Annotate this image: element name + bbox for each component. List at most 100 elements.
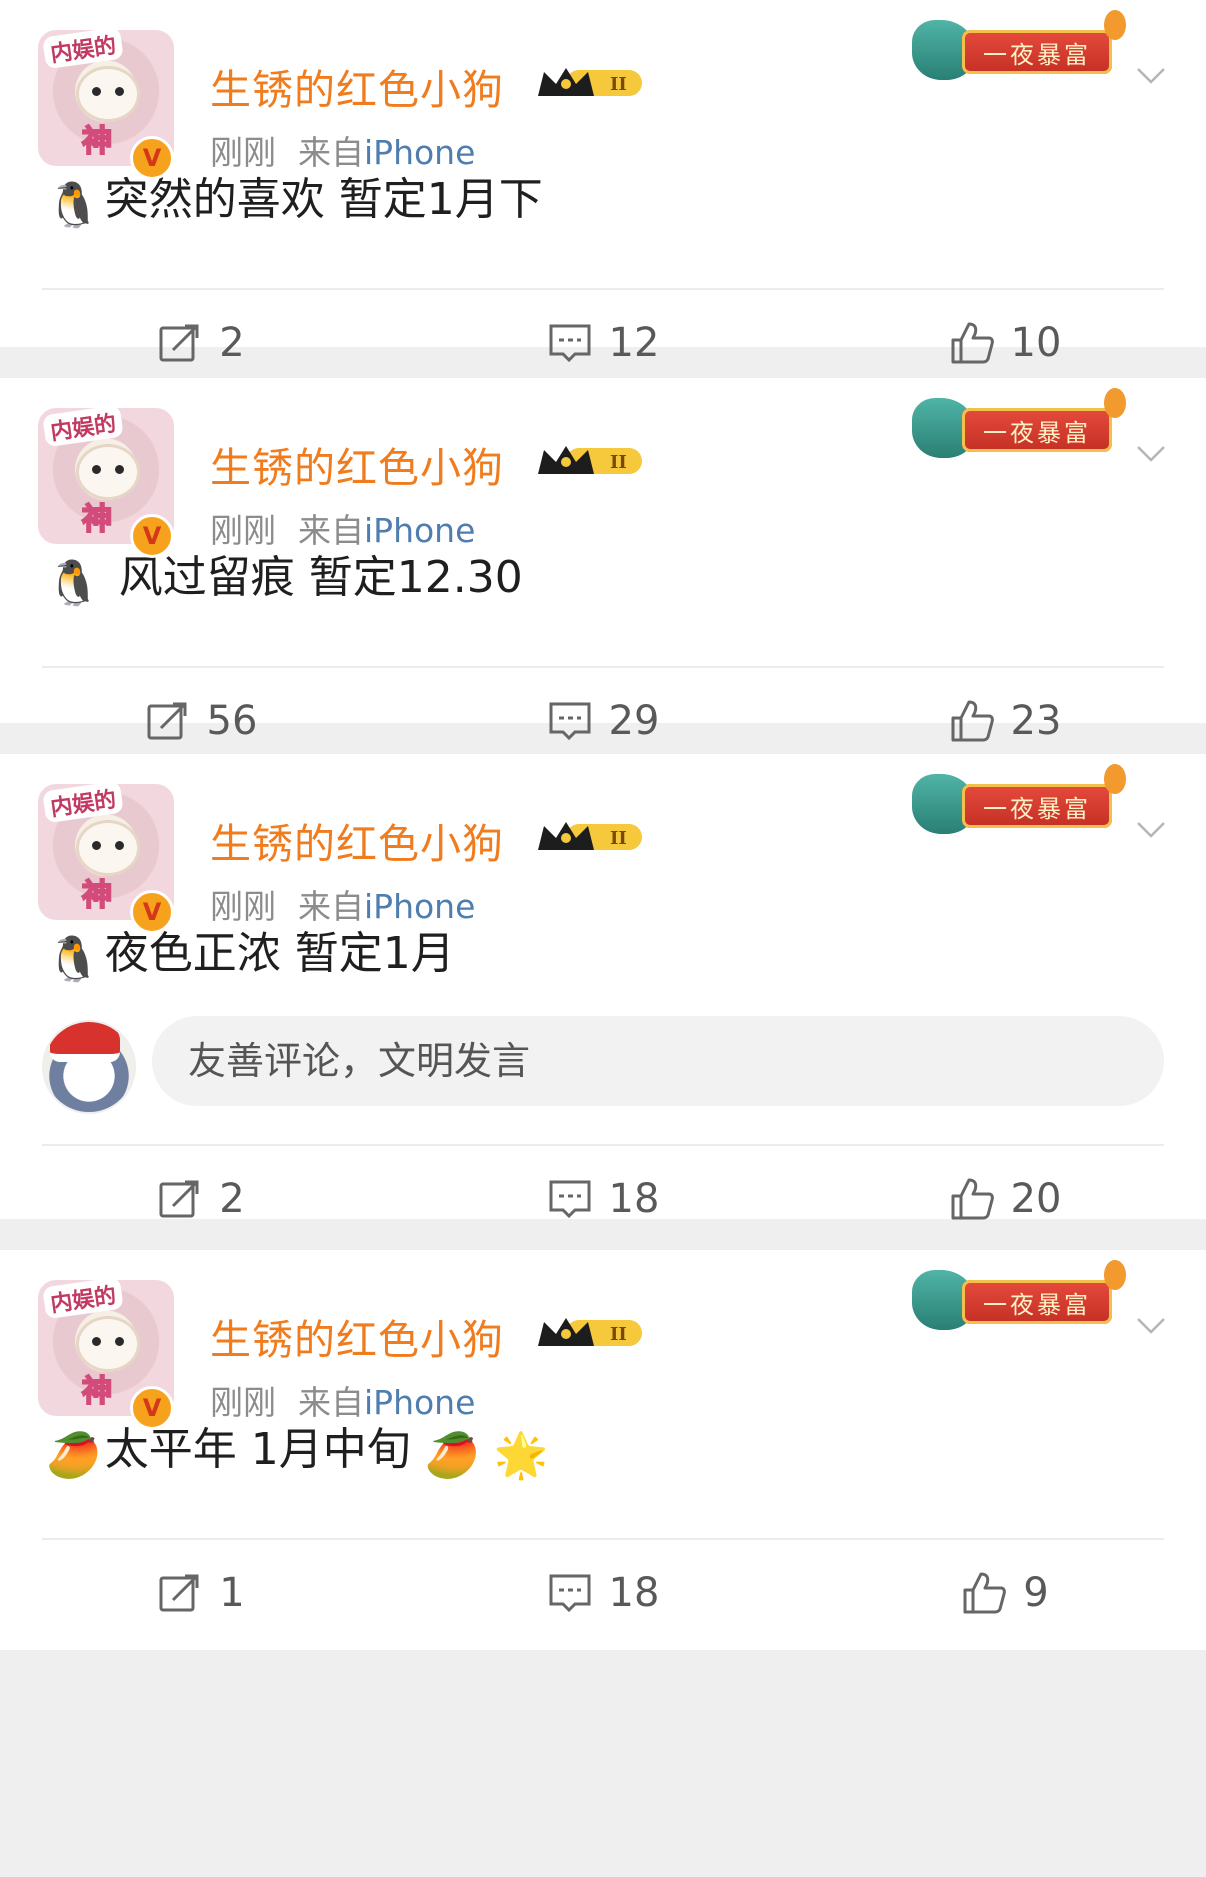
lantern-icon [1104,10,1126,40]
post-source[interactable]: iPhone [364,887,475,926]
like-icon [951,1178,994,1220]
like-icon [951,700,994,742]
avatar-tag-2: 神 [81,501,113,538]
author-name[interactable]: 生锈的红色小狗 [210,1306,504,1366]
author-name[interactable]: 生锈的红色小狗 [210,56,504,116]
like-button[interactable]: 23 [804,698,1206,744]
post-meta: 刚刚 来自iPhone [210,504,475,552]
comment-button[interactable]: 18 [402,1570,804,1616]
comment-icon [549,1180,591,1219]
avatar-pet-image [76,444,140,500]
post-source[interactable]: iPhone [364,133,475,172]
comment-button[interactable]: 12 [402,320,804,366]
avatar-tag-2: 神 [81,1373,113,1410]
chevron-down-icon[interactable] [1136,814,1166,844]
post-header: 内娱的 神 V 生锈的红色小狗 II 刚刚 来自iPhone 一夜暴富 [0,0,1206,190]
comment-icon [549,1574,591,1613]
post-meta: 刚刚 来自iPhone [210,880,475,928]
post-meta: 刚刚 来自iPhone [210,126,475,174]
crown-rank: II [610,452,627,473]
avatar-tag: 内娱的 [42,784,124,824]
verified-badge-icon: V [130,1386,174,1430]
post-time: 刚刚 [210,1383,276,1422]
comment-input[interactable]: 友善评论，文明发言 [152,1016,1164,1106]
avatar-tag-2: 神 [81,123,113,160]
repost-icon [159,1180,199,1218]
my-avatar[interactable] [42,1020,136,1114]
post-source[interactable]: iPhone [364,1383,475,1422]
avatar-pet-image [76,820,140,876]
comment-button[interactable]: 29 [402,698,804,744]
post-actions: 2 18 20 [0,1146,1206,1252]
repost-count: 1 [219,1570,245,1616]
festive-badge[interactable]: 一夜暴富 [906,388,1126,462]
author-name[interactable]: 生锈的红色小狗 [210,810,504,870]
post-card[interactable]: 内娱的 神 V 生锈的红色小狗 II 刚刚 来自iPhone 一夜暴富 [0,378,1206,744]
member-crown-icon[interactable]: II [536,818,648,856]
source-prefix: 来自 [298,511,364,550]
post-time: 刚刚 [210,511,276,550]
member-crown-icon[interactable]: II [536,1314,648,1352]
repost-button[interactable]: 2 [0,320,402,366]
post-card[interactable]: 内娱的 神 V 生锈的红色小狗 II 刚刚 来自iPhone 一夜暴富 [0,1250,1206,1650]
repost-icon [147,702,187,740]
like-count: 9 [1023,1570,1049,1616]
repost-icon [159,324,199,362]
avatar-tag: 内娱的 [42,1280,124,1320]
source-prefix: 来自 [298,887,364,926]
comment-button[interactable]: 18 [402,1176,804,1222]
lantern-icon [1104,1260,1126,1290]
chevron-down-icon[interactable] [1136,1310,1166,1340]
post-time: 刚刚 [210,887,276,926]
chevron-down-icon[interactable] [1136,60,1166,90]
avatar-pet-image [76,1316,140,1372]
comment-icon [549,324,591,363]
comment-count: 12 [608,320,660,366]
crown-rank: II [610,74,627,95]
festive-badge[interactable]: 一夜暴富 [906,764,1126,838]
like-button[interactable]: 10 [804,320,1206,366]
author-name[interactable]: 生锈的红色小狗 [210,434,504,494]
festive-badge-text: 一夜暴富 [962,784,1112,828]
like-button[interactable]: 20 [804,1176,1206,1222]
post-card[interactable]: 内娱的 神 V 生锈的红色小狗 II 刚刚 来自iPhone 一夜暴富 [0,0,1206,366]
repost-button[interactable]: 1 [0,1570,402,1616]
like-count: 10 [1010,320,1062,366]
repost-count: 2 [219,1176,245,1222]
verified-badge-icon: V [130,890,174,934]
post-header: 内娱的 神 V 生锈的红色小狗 II 刚刚 来自iPhone 一夜暴富 [0,1250,1206,1440]
chevron-down-icon[interactable] [1136,438,1166,468]
member-crown-icon[interactable]: II [536,442,648,480]
verified-badge-icon: V [130,514,174,558]
repost-count: 56 [206,698,258,744]
post-time: 刚刚 [210,133,276,172]
like-icon [951,322,994,364]
repost-button[interactable]: 2 [0,1176,402,1222]
post-source[interactable]: iPhone [364,511,475,550]
repost-icon [159,1574,199,1612]
festive-badge-text: 一夜暴富 [962,30,1112,74]
avatar-tag-2: 神 [81,877,113,914]
source-prefix: 来自 [298,1383,364,1422]
comment-icon [549,702,591,741]
festive-badge-text: 一夜暴富 [962,408,1112,452]
like-count: 20 [1010,1176,1062,1222]
comment-count: 18 [608,1176,660,1222]
lantern-icon [1104,388,1126,418]
avatar-tag: 内娱的 [42,408,124,448]
comment-count: 29 [608,698,660,744]
avatar-tag: 内娱的 [42,30,124,70]
santa-hat-icon [50,1022,120,1062]
festive-badge[interactable]: 一夜暴富 [906,1260,1126,1334]
festive-badge[interactable]: 一夜暴富 [906,10,1126,84]
weibo-feed: 内娱的 神 V 生锈的红色小狗 II 刚刚 来自iPhone 一夜暴富 🐧突然的… [0,0,1206,1650]
like-button[interactable]: 9 [804,1570,1206,1616]
post-card[interactable]: 内娱的 神 V 生锈的红色小狗 II 刚刚 来自iPhone 一夜暴富 [0,754,1206,1222]
repost-count: 2 [219,320,245,366]
member-crown-icon[interactable]: II [536,64,648,102]
quick-comment-row: 友善评论，文明发言 [0,1014,1206,1144]
avatar-pet-image [76,66,140,122]
crown-rank: II [610,1324,627,1345]
repost-button[interactable]: 56 [0,698,402,744]
source-prefix: 来自 [298,133,364,172]
